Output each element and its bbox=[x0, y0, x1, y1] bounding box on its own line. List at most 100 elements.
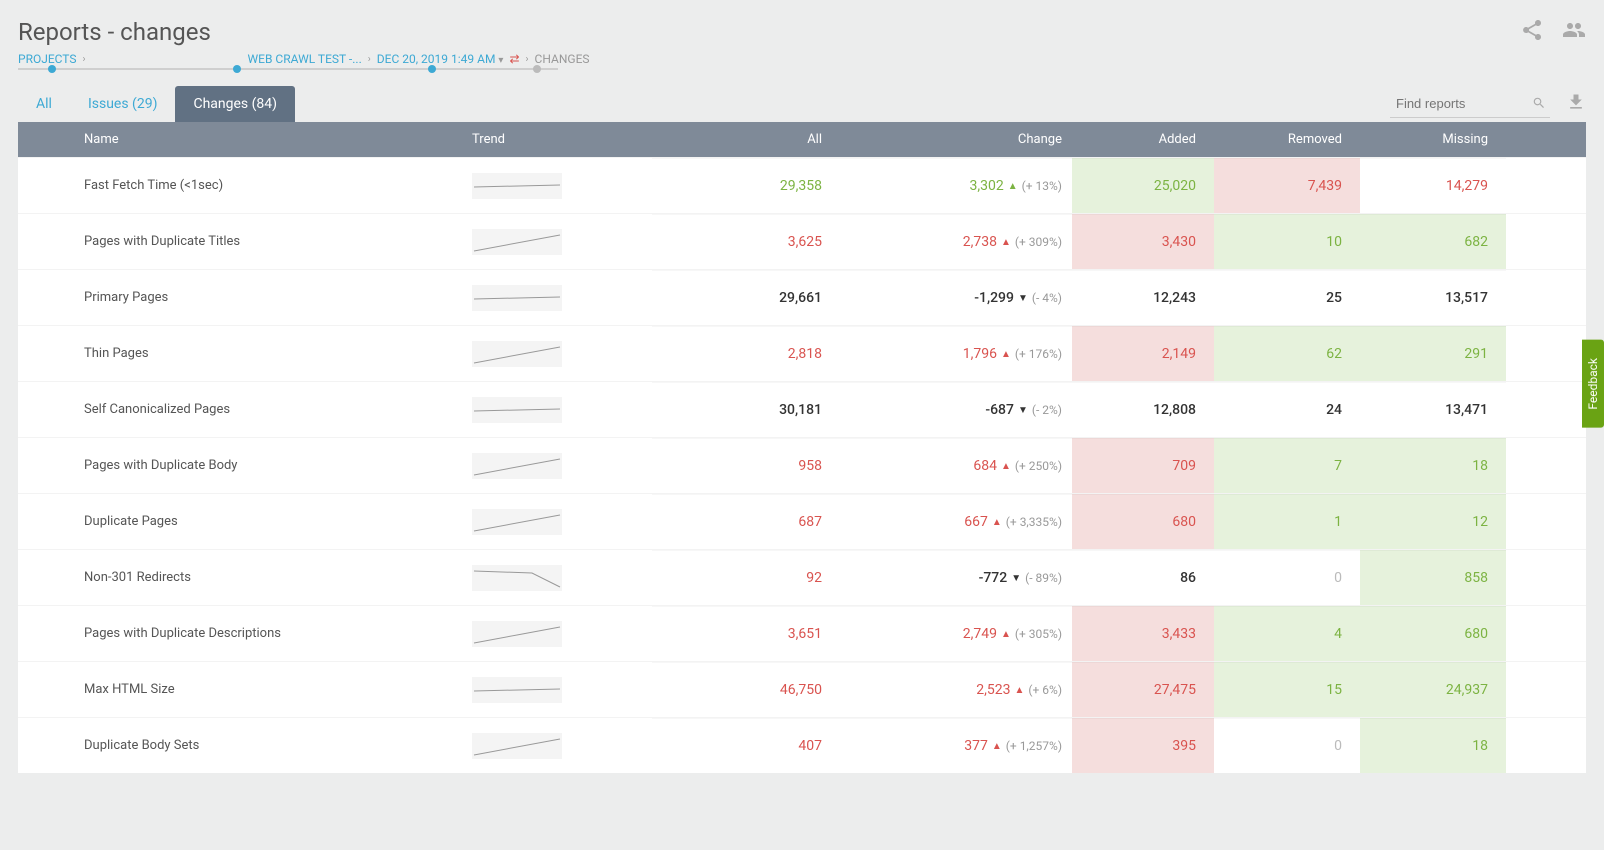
row-name: Pages with Duplicate Titles bbox=[62, 234, 452, 249]
breadcrumb-date[interactable]: DEC 20, 2019 1:49 AM ▾ bbox=[377, 52, 504, 66]
table-row[interactable]: Thin Pages 2,818 1,796 ▲ (+ 176%) 2,149 … bbox=[18, 325, 1586, 381]
feedback-tab[interactable]: Feedback bbox=[1582, 340, 1604, 428]
cell-all: 3,625 bbox=[652, 214, 852, 269]
cell-all: 92 bbox=[652, 550, 852, 605]
cell-missing: 858 bbox=[1360, 550, 1506, 605]
trend-sparkline bbox=[452, 509, 652, 535]
col-name[interactable]: Name bbox=[62, 132, 452, 147]
cell-removed: 7,439 bbox=[1214, 158, 1360, 213]
tab-issues[interactable]: Issues (29) bbox=[70, 86, 176, 122]
table-row[interactable]: Duplicate Body Sets 407 377 ▲ (+ 1,257%)… bbox=[18, 717, 1586, 773]
share-icon[interactable] bbox=[1520, 18, 1544, 46]
row-name: Fast Fetch Time (<1sec) bbox=[62, 178, 452, 193]
cell-change: 377 ▲ (+ 1,257%) bbox=[852, 718, 1072, 773]
row-name: Primary Pages bbox=[62, 290, 452, 305]
cell-missing: 14,279 bbox=[1360, 158, 1506, 213]
cell-missing: 24,937 bbox=[1360, 662, 1506, 717]
compare-icon[interactable]: ⇄ bbox=[509, 52, 519, 66]
cell-added: 27,475 bbox=[1072, 662, 1214, 717]
cell-change: 2,749 ▲ (+ 305%) bbox=[852, 606, 1072, 661]
cell-added: 3,430 bbox=[1072, 214, 1214, 269]
cell-removed: 15 bbox=[1214, 662, 1360, 717]
cell-all: 46,750 bbox=[652, 662, 852, 717]
cell-change: 1,796 ▲ (+ 176%) bbox=[852, 326, 1072, 381]
col-all[interactable]: All bbox=[652, 132, 852, 147]
row-name: Non-301 Redirects bbox=[62, 570, 452, 585]
cell-added: 25,020 bbox=[1072, 158, 1214, 213]
users-icon[interactable] bbox=[1562, 18, 1586, 46]
breadcrumb: PROJECTS › WEB CRAWL TEST -... › DEC 20,… bbox=[18, 52, 590, 66]
table-row[interactable]: Pages with Duplicate Titles 3,625 2,738 … bbox=[18, 213, 1586, 269]
cell-change: 3,302 ▲ (+ 13%) bbox=[852, 158, 1072, 213]
breadcrumb-projects[interactable]: PROJECTS bbox=[18, 52, 77, 66]
table-row[interactable]: Pages with Duplicate Body 958 684 ▲ (+ 2… bbox=[18, 437, 1586, 493]
cell-removed: 25 bbox=[1214, 270, 1360, 325]
search-icon[interactable] bbox=[1532, 96, 1546, 110]
row-name: Pages with Duplicate Body bbox=[62, 458, 452, 473]
cell-removed: 24 bbox=[1214, 382, 1360, 437]
trend-sparkline bbox=[452, 341, 652, 367]
tab-changes[interactable]: Changes (84) bbox=[175, 86, 295, 122]
cell-removed: 1 bbox=[1214, 494, 1360, 549]
cell-missing: 12 bbox=[1360, 494, 1506, 549]
row-name: Thin Pages bbox=[62, 346, 452, 361]
row-name: Duplicate Pages bbox=[62, 514, 452, 529]
table-row[interactable]: Duplicate Pages 687 667 ▲ (+ 3,335%) 680… bbox=[18, 493, 1586, 549]
cell-added: 12,243 bbox=[1072, 270, 1214, 325]
col-change[interactable]: Change bbox=[852, 132, 1072, 147]
cell-all: 687 bbox=[652, 494, 852, 549]
row-name: Max HTML Size bbox=[62, 682, 452, 697]
cell-added: 395 bbox=[1072, 718, 1214, 773]
trend-sparkline bbox=[452, 565, 652, 591]
cell-missing: 18 bbox=[1360, 718, 1506, 773]
table-row[interactable]: Max HTML Size 46,750 2,523 ▲ (+ 6%) 27,4… bbox=[18, 661, 1586, 717]
cell-all: 407 bbox=[652, 718, 852, 773]
breadcrumb-current: CHANGES bbox=[535, 52, 590, 66]
col-trend[interactable]: Trend bbox=[452, 132, 652, 147]
table-row[interactable]: Non-301 Redirects 92 -772 ▼ (- 89%) 86 0… bbox=[18, 549, 1586, 605]
cell-all: 29,661 bbox=[652, 270, 852, 325]
cell-added: 709 bbox=[1072, 438, 1214, 493]
cell-added: 2,149 bbox=[1072, 326, 1214, 381]
table-row[interactable]: Pages with Duplicate Descriptions 3,651 … bbox=[18, 605, 1586, 661]
cell-missing: 13,517 bbox=[1360, 270, 1506, 325]
row-name: Pages with Duplicate Descriptions bbox=[62, 626, 452, 641]
table-row[interactable]: Fast Fetch Time (<1sec) 29,358 3,302 ▲ (… bbox=[18, 157, 1586, 213]
breadcrumb-progress bbox=[18, 68, 558, 70]
col-missing[interactable]: Missing bbox=[1360, 132, 1506, 147]
cell-change: -772 ▼ (- 89%) bbox=[852, 550, 1072, 605]
cell-missing: 682 bbox=[1360, 214, 1506, 269]
row-name: Self Canonicalized Pages bbox=[62, 402, 452, 417]
trend-sparkline bbox=[452, 621, 652, 647]
cell-removed: 4 bbox=[1214, 606, 1360, 661]
trend-sparkline bbox=[452, 733, 652, 759]
search-input[interactable] bbox=[1390, 90, 1550, 118]
chevron-right-icon: › bbox=[526, 54, 529, 65]
table-row[interactable]: Self Canonicalized Pages 30,181 -687 ▼ (… bbox=[18, 381, 1586, 437]
cell-added: 680 bbox=[1072, 494, 1214, 549]
tab-all[interactable]: All bbox=[18, 86, 70, 122]
row-name: Duplicate Body Sets bbox=[62, 738, 452, 753]
cell-removed: 7 bbox=[1214, 438, 1360, 493]
table-header: Name Trend All Change Added Removed Miss… bbox=[18, 122, 1586, 157]
cell-removed: 62 bbox=[1214, 326, 1360, 381]
cell-added: 12,808 bbox=[1072, 382, 1214, 437]
trend-sparkline bbox=[452, 229, 652, 255]
cell-change: 2,738 ▲ (+ 309%) bbox=[852, 214, 1072, 269]
tabs: All Issues (29) Changes (84) bbox=[18, 86, 295, 122]
breadcrumb-crawl[interactable]: WEB CRAWL TEST -... bbox=[248, 52, 362, 66]
table-row[interactable]: Primary Pages 29,661 -1,299 ▼ (- 4%) 12,… bbox=[18, 269, 1586, 325]
reports-table: Name Trend All Change Added Removed Miss… bbox=[18, 122, 1586, 773]
cell-all: 958 bbox=[652, 438, 852, 493]
cell-removed: 10 bbox=[1214, 214, 1360, 269]
col-removed[interactable]: Removed bbox=[1214, 132, 1360, 147]
download-icon[interactable] bbox=[1566, 92, 1586, 116]
cell-removed: 0 bbox=[1214, 550, 1360, 605]
cell-change: 684 ▲ (+ 250%) bbox=[852, 438, 1072, 493]
col-added[interactable]: Added bbox=[1072, 132, 1214, 147]
cell-all: 2,818 bbox=[652, 326, 852, 381]
chevron-right-icon: › bbox=[83, 54, 86, 65]
cell-missing: 18 bbox=[1360, 438, 1506, 493]
cell-change: 2,523 ▲ (+ 6%) bbox=[852, 662, 1072, 717]
cell-change: -1,299 ▼ (- 4%) bbox=[852, 270, 1072, 325]
